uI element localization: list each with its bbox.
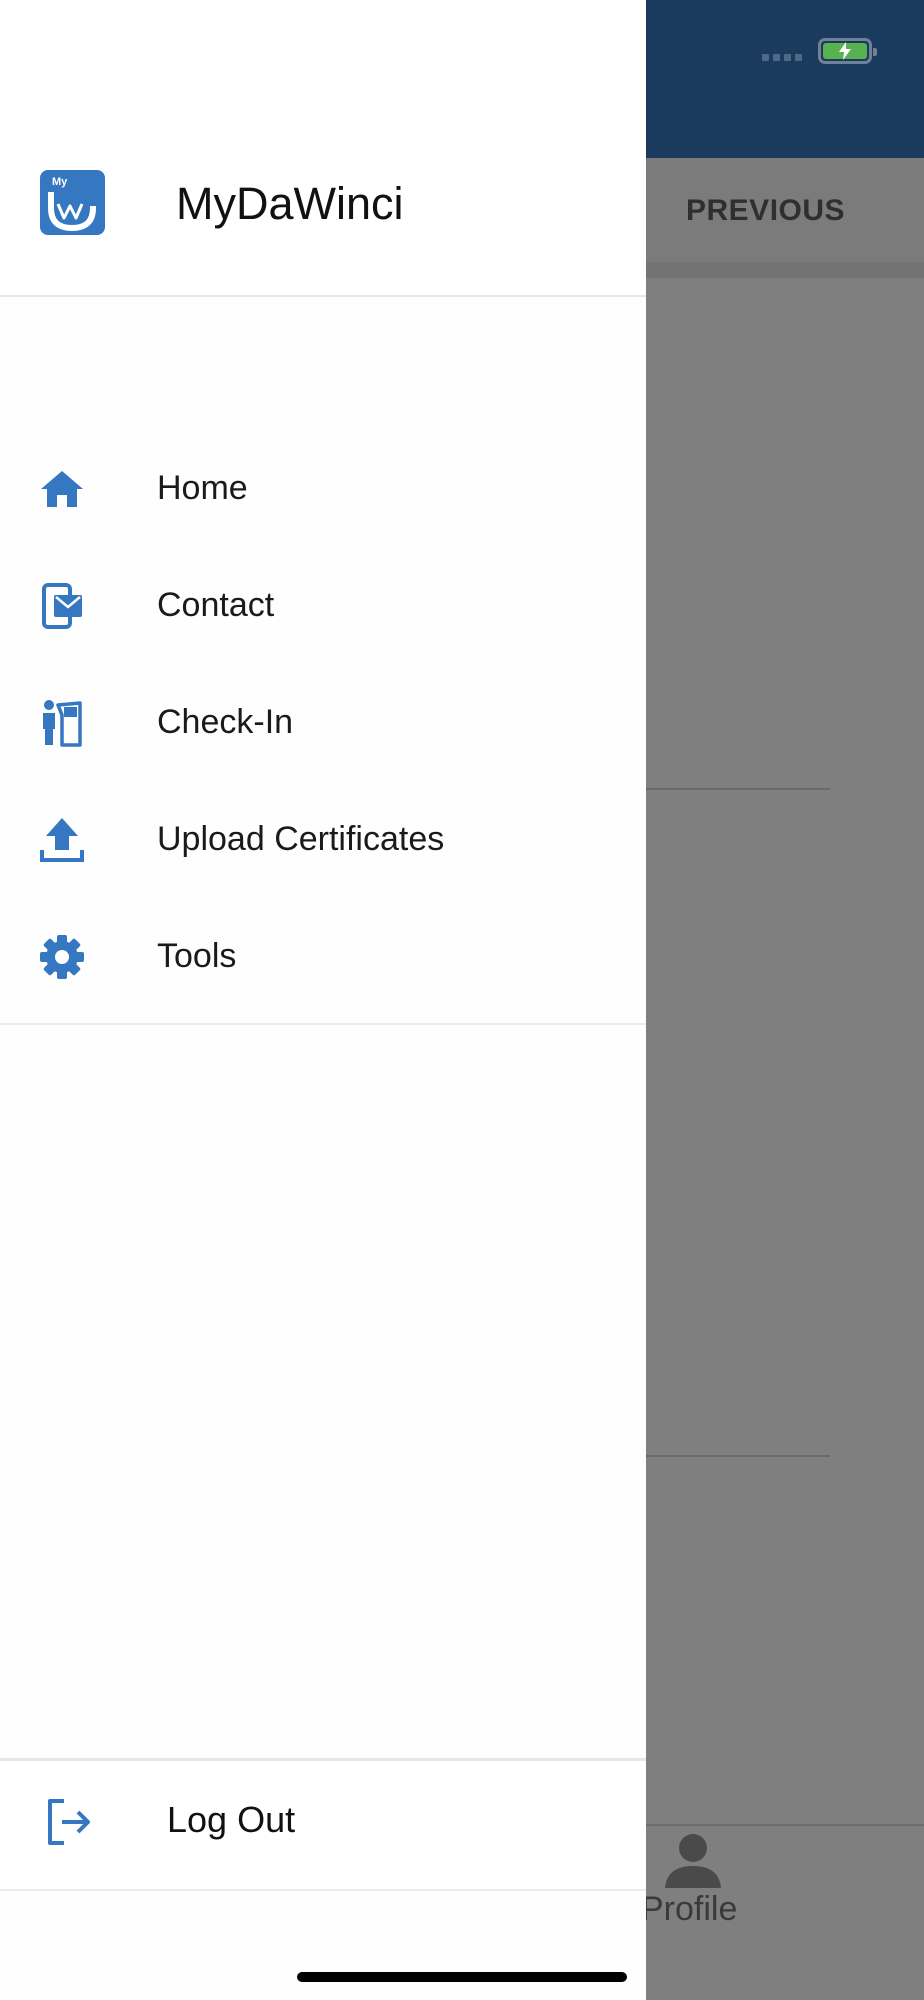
- upload-icon: [38, 816, 86, 864]
- home-icon: [38, 465, 86, 513]
- menu-item-label: Upload Certificates: [157, 820, 445, 858]
- menu-item-label: Tools: [157, 937, 237, 975]
- home-indicator[interactable]: [297, 1972, 627, 1982]
- menu-item-label: Check-In: [157, 703, 294, 741]
- menu-item-label: Contact: [157, 586, 275, 624]
- menu-item-check-in[interactable]: Check-In: [0, 664, 646, 781]
- menu-item-label: Home: [157, 469, 248, 507]
- profile-icon[interactable]: [663, 1830, 723, 1890]
- app-logo: My: [40, 170, 105, 235]
- divider: [646, 1455, 830, 1457]
- logout-label: Log Out: [167, 1799, 296, 1840]
- tab-previous[interactable]: PREVIOUS: [686, 194, 845, 228]
- side-drawer: My MyDaWinci Home Contact Check-In Uploa…: [0, 0, 646, 2000]
- divider: [0, 1023, 646, 1025]
- drawer-header: My MyDaWinci: [0, 0, 646, 297]
- menu-item-home[interactable]: Home: [0, 430, 646, 547]
- cellular-signal-icon: [762, 54, 802, 62]
- app-title: MyDaWinci: [176, 178, 404, 229]
- battery-charging-icon: [818, 38, 877, 64]
- app-root: PREVIOUS Profile My MyDaWinci Home Conta…: [0, 0, 924, 2000]
- menu-item-tools[interactable]: Tools: [0, 898, 646, 1015]
- gear-icon: [38, 933, 86, 981]
- menu-item-upload-certificates[interactable]: Upload Certificates: [0, 781, 646, 898]
- divider: [646, 788, 830, 790]
- logout-button[interactable]: Log Out: [0, 1758, 646, 1891]
- bottom-nav-profile-label[interactable]: Profile: [641, 1890, 737, 1929]
- check-in-kiosk-icon: [38, 699, 86, 747]
- logout-icon: [48, 1799, 90, 1845]
- menu-item-contact[interactable]: Contact: [0, 547, 646, 664]
- drawer-menu: Home Contact Check-In Upload Certificate…: [0, 430, 646, 1015]
- contact-mail-icon: [38, 582, 86, 630]
